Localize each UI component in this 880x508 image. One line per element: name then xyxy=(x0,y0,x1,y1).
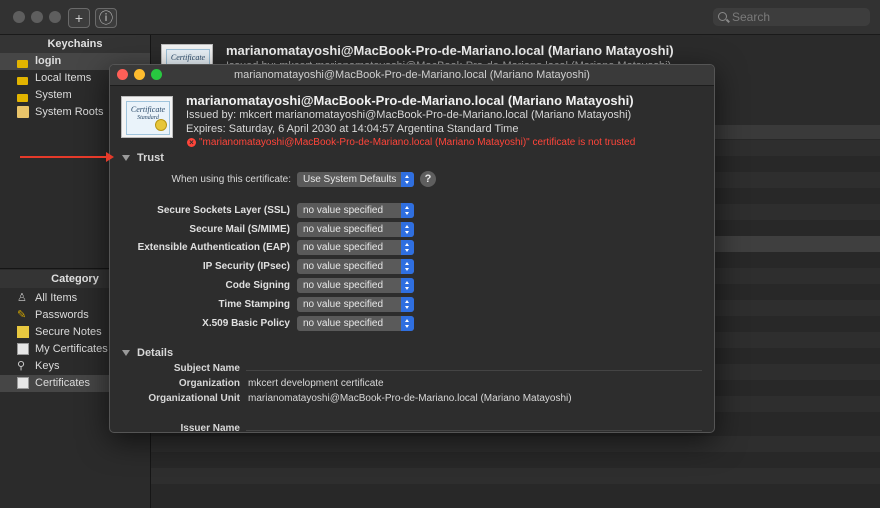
subject-name-label: Subject Name xyxy=(173,363,240,374)
select-value: no value specified xyxy=(303,224,384,235)
when-using-select[interactable]: Use System Defaults xyxy=(297,172,414,187)
people-icon: ♙ xyxy=(17,292,27,304)
select-arrows-icon xyxy=(401,222,414,237)
select-arrows-icon xyxy=(401,278,414,293)
help-button[interactable]: ? xyxy=(420,171,436,187)
org-unit-value: marianomatayoshi@MacBook-Pro-de-Mariano.… xyxy=(248,393,572,404)
select-arrows-icon xyxy=(401,172,414,187)
select-arrows-icon xyxy=(401,316,414,331)
select-arrows-icon xyxy=(401,203,414,218)
sidebar-item-label: Certificates xyxy=(35,377,91,389)
select-value: no value specified xyxy=(303,242,384,253)
cert-error: "marianomatayoshi@MacBook-Pro-de-Mariano… xyxy=(199,137,636,148)
certificate-icon xyxy=(17,377,29,389)
search-placeholder: Search xyxy=(732,10,771,24)
trust-header[interactable]: Trust xyxy=(137,152,164,164)
sidebar-item-label: Keys xyxy=(35,360,60,372)
cert-expires: Expires: Saturday, 6 April 2030 at 14:04… xyxy=(186,123,519,135)
pen-icon: ✎ xyxy=(17,309,27,321)
policy-smime-select[interactable]: no value specified xyxy=(297,222,414,237)
error-icon: × xyxy=(187,138,196,147)
organization-value: mkcert development certificate xyxy=(248,378,384,389)
certificate-icon: Certificate Standard xyxy=(121,96,173,138)
dialog-titlebar: marianomatayoshi@MacBook-Pro-de-Mariano.… xyxy=(110,65,714,86)
details-disclosure-icon[interactable] xyxy=(122,350,130,356)
table-row[interactable] xyxy=(150,436,880,452)
certificate-icon xyxy=(17,343,29,355)
toolbar: + ⓘ Search xyxy=(0,0,880,35)
select-arrows-icon xyxy=(401,297,414,312)
table-row[interactable] xyxy=(150,468,880,484)
lock-open-icon xyxy=(17,77,28,85)
cert-issued-by: Issued by: mkcert marianomatayoshi@MacBo… xyxy=(186,109,632,121)
main-cert-title: marianomatayoshi@MacBook-Pro-de-Mariano.… xyxy=(226,43,674,58)
details-header[interactable]: Details xyxy=(137,347,173,359)
sidebar-item-label: My Certificates xyxy=(35,343,108,355)
annotation-arrow-icon xyxy=(20,152,114,162)
sidebar-item-label: System Roots xyxy=(35,106,104,118)
minimize-button[interactable] xyxy=(31,11,43,23)
seal-icon xyxy=(155,119,167,131)
divider xyxy=(246,430,702,431)
select-value: no value specified xyxy=(303,261,384,272)
select-value: no value specified xyxy=(303,299,384,310)
info-button[interactable]: ⓘ xyxy=(95,8,117,28)
policy-x509-select[interactable]: no value specified xyxy=(297,316,414,331)
lock-open-icon xyxy=(17,60,28,68)
policy-ipsec-select[interactable]: no value specified xyxy=(297,259,414,274)
divider xyxy=(246,370,702,371)
lock-icon xyxy=(17,94,28,102)
select-arrows-icon xyxy=(401,259,414,274)
cert-thumbnail-text: Certificate xyxy=(170,53,206,62)
issuer-name-label: Issuer Name xyxy=(180,423,240,433)
sidebar-item-label: login xyxy=(35,55,62,67)
policy-time-stamping-select[interactable]: no value specified xyxy=(297,297,414,312)
org-unit-label: Organizational Unit xyxy=(148,393,240,404)
policy-smime-label: Secure Mail (S/MIME) xyxy=(189,224,290,235)
policy-code-signing-select[interactable]: no value specified xyxy=(297,278,414,293)
add-button[interactable]: + xyxy=(68,8,90,28)
dialog-title: marianomatayoshi@MacBook-Pro-de-Mariano.… xyxy=(234,69,590,81)
policy-ssl-select[interactable]: no value specified xyxy=(297,203,414,218)
select-value: no value specified xyxy=(303,318,384,329)
policy-eap-label: Extensible Authentication (EAP) xyxy=(137,242,290,253)
policy-code-signing-label: Code Signing xyxy=(225,280,290,291)
organization-label: Organization xyxy=(178,378,240,389)
policy-ssl-label: Secure Sockets Layer (SSL) xyxy=(157,205,290,216)
cert-name: marianomatayoshi@MacBook-Pro-de-Mariano.… xyxy=(186,93,634,108)
policy-ipsec-label: IP Security (IPsec) xyxy=(202,261,290,272)
note-icon xyxy=(17,326,29,338)
trust-disclosure-icon[interactable] xyxy=(122,155,130,161)
keychains-header: Keychains xyxy=(0,35,150,53)
policy-eap-select[interactable]: no value specified xyxy=(297,240,414,255)
sidebar-item-label: System xyxy=(35,89,72,101)
folder-icon xyxy=(17,106,29,118)
close-button[interactable] xyxy=(13,11,25,23)
policy-time-stamping-label: Time Stamping xyxy=(218,299,291,310)
certificate-dialog: marianomatayoshi@MacBook-Pro-de-Mariano.… xyxy=(109,64,715,433)
sidebar-item-label: Secure Notes xyxy=(35,326,102,338)
select-value: no value specified xyxy=(303,280,384,291)
sidebar-item-label: All Items xyxy=(35,292,78,304)
search-input[interactable]: Search xyxy=(713,8,870,26)
policy-x509-label: X.509 Basic Policy xyxy=(202,318,290,329)
sidebar-item-label: Local Items xyxy=(35,72,92,84)
cert-thumbnail-text: Certificate xyxy=(130,105,166,114)
select-value: no value specified xyxy=(303,205,384,216)
zoom-button[interactable] xyxy=(49,11,61,23)
sidebar-item-label: Passwords xyxy=(35,309,89,321)
when-using-value: Use System Defaults xyxy=(303,174,397,185)
key-icon: ⚲ xyxy=(17,360,26,372)
select-arrows-icon xyxy=(401,240,414,255)
when-using-label: When using this certificate: xyxy=(171,174,292,185)
search-icon xyxy=(718,12,727,21)
